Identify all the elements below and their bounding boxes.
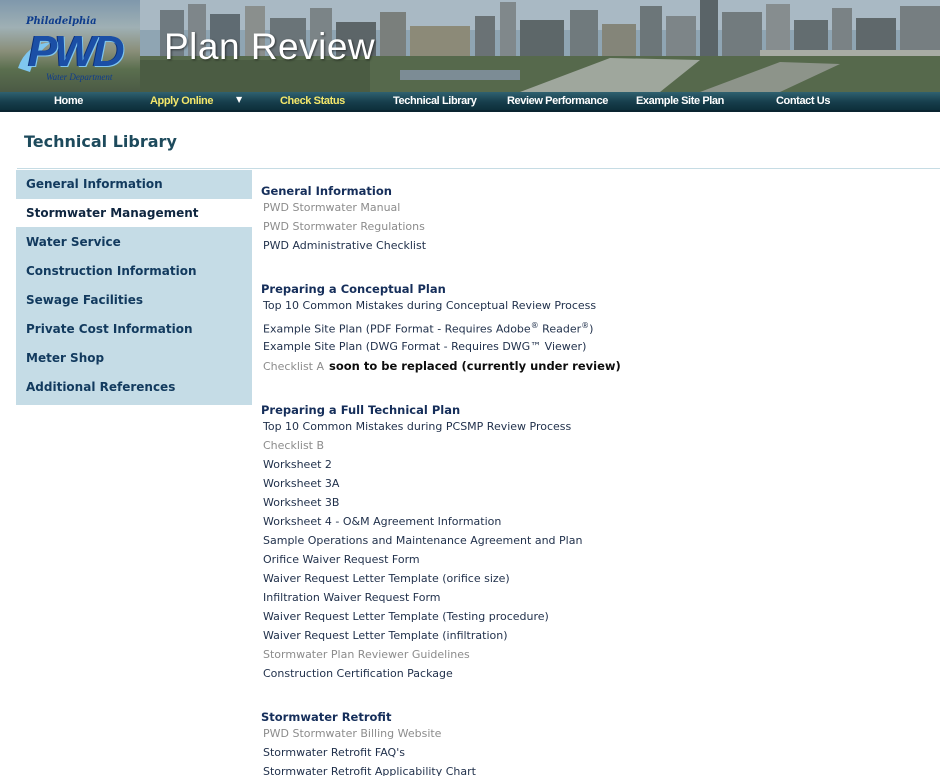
sidebar-item-stormwater-management[interactable]: Stormwater Management [16,199,252,227]
divider [17,168,940,169]
nav-apply-online[interactable]: Apply Online [150,95,213,107]
section-heading: Preparing a Full Technical Plan [261,403,461,417]
link-pwd-stormwater-regulations[interactable]: PWD Stormwater Regulations [263,220,425,233]
review-note: soon to be replaced (currently under rev… [329,359,621,373]
nav-home[interactable]: Home [54,95,83,107]
link-retrofit-applicability-chart[interactable]: Stormwater Retrofit Applicability Chart [263,765,476,776]
link-infiltration-waiver-form[interactable]: Infiltration Waiver Request Form [263,591,441,604]
section-heading: Stormwater Retrofit [261,710,392,724]
link-worksheet-4[interactable]: Worksheet 4 - O&M Agreement Information [263,515,501,528]
link-pwd-stormwater-manual[interactable]: PWD Stormwater Manual [263,201,400,214]
link-worksheet-3a[interactable]: Worksheet 3A [263,477,339,490]
link-retrofit-faq[interactable]: Stormwater Retrofit FAQ's [263,746,405,759]
link-orifice-waiver-form[interactable]: Orifice Waiver Request Form [263,553,420,566]
main-nav: Home Apply Online ▼ Check Status Technic… [0,92,940,112]
chevron-down-icon[interactable]: ▼ [236,95,242,104]
logo-department-text: Water Department [46,72,113,82]
sidebar-item-private-cost-information[interactable]: Private Cost Information [16,315,252,343]
sidebar-item-general-information[interactable]: General Information [16,170,252,198]
sidebar-item-water-service[interactable]: Water Service [16,228,252,256]
sidebar-item-sewage-facilities[interactable]: Sewage Facilities [16,286,252,314]
nav-check-status[interactable]: Check Status [280,95,345,107]
sidebar: General Information Stormwater Managemen… [16,170,252,405]
section-heading: Preparing a Conceptual Plan [261,282,446,296]
link-checklist-a[interactable]: Checklist A [263,360,324,373]
link-waiver-letter-infiltration[interactable]: Waiver Request Letter Template (infiltra… [263,629,508,642]
nav-example-site-plan[interactable]: Example Site Plan [636,95,724,107]
link-construction-certification[interactable]: Construction Certification Package [263,667,453,680]
nav-review-performance[interactable]: Review Performance [507,95,608,107]
link-worksheet-2[interactable]: Worksheet 2 [263,458,332,471]
link-waiver-letter-orifice[interactable]: Waiver Request Letter Template (orifice … [263,572,510,585]
sidebar-item-construction-information[interactable]: Construction Information [16,257,252,285]
logo-city-text: Philadelphia [26,16,97,27]
link-worksheet-3b[interactable]: Worksheet 3B [263,496,339,509]
checklist-a-row: Checklist A soon to be replaced (currentl… [263,359,621,373]
site-title: Plan Review [164,26,376,67]
link-top10-conceptual[interactable]: Top 10 Common Mistakes during Conceptual… [263,299,596,312]
section-heading: General Information [261,184,392,198]
header-banner: Philadelphia PWD Water Department Plan R… [0,0,940,92]
link-stormwater-billing-website[interactable]: PWD Stormwater Billing Website [263,727,441,740]
link-sample-om-agreement[interactable]: Sample Operations and Maintenance Agreem… [263,534,582,547]
link-example-site-plan-dwg[interactable]: Example Site Plan (DWG Format - Requires… [263,340,586,353]
nav-technical-library[interactable]: Technical Library [393,95,477,107]
link-waiver-letter-testing[interactable]: Waiver Request Letter Template (Testing … [263,610,549,623]
link-pwd-administrative-checklist[interactable]: PWD Administrative Checklist [263,239,426,252]
logo-pwd-text: PWD [28,27,125,76]
page-title: Technical Library [24,132,177,151]
sidebar-item-additional-references[interactable]: Additional References [16,373,252,401]
sidebar-item-meter-shop[interactable]: Meter Shop [16,344,252,372]
nav-contact-us[interactable]: Contact Us [776,95,830,107]
link-example-site-plan-pdf[interactable]: Example Site Plan (PDF Format - Requires… [263,321,593,336]
link-top10-pcsmp[interactable]: Top 10 Common Mistakes during PCSMP Revi… [263,420,571,433]
pwd-logo[interactable]: Philadelphia PWD Water Department [8,8,142,90]
link-reviewer-guidelines[interactable]: Stormwater Plan Reviewer Guidelines [263,648,470,661]
link-checklist-b[interactable]: Checklist B [263,439,324,452]
